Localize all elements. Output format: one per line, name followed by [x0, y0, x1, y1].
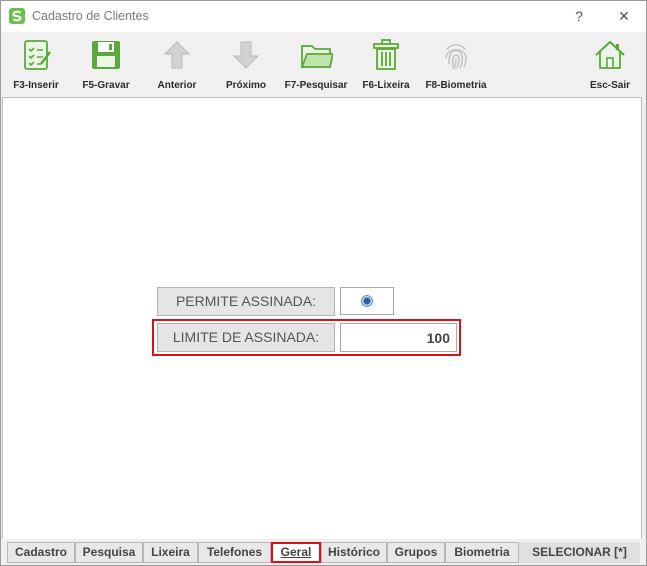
help-button[interactable]: ? — [568, 6, 590, 26]
biometrics-button[interactable]: F8-Biometria — [421, 32, 491, 96]
close-button[interactable]: ✕ — [613, 6, 635, 26]
limite-assinada-label: LIMITE DE ASSINADA: — [157, 323, 335, 352]
tab-pesquisa[interactable]: Pesquisa — [75, 542, 143, 563]
limite-assinada-input[interactable]: 100 — [340, 323, 457, 352]
tab-lixeira[interactable]: Lixeira — [143, 542, 198, 563]
search-button[interactable]: F7-Pesquisar — [281, 32, 351, 96]
fingerprint-icon — [445, 44, 467, 70]
previous-label: Anterior — [157, 80, 197, 91]
trash-button[interactable]: F6-Lixeira — [351, 32, 421, 96]
exit-button[interactable]: Esc-Sair — [575, 32, 645, 96]
arrow-down-icon — [232, 41, 260, 69]
permite-assinada-field[interactable] — [340, 287, 394, 315]
permite-assinada-radio[interactable] — [361, 295, 373, 307]
tab-grupos[interactable]: Grupos — [387, 542, 445, 563]
title-bar: Cadastro de Clientes ? ✕ — [1, 1, 646, 32]
tab-historico[interactable]: Histórico — [321, 542, 387, 563]
bottom-tab-bar: Cadastro Pesquisa Lixeira Telefones Gera… — [1, 539, 646, 565]
arrow-up-icon — [163, 41, 191, 69]
client-registration-window: Cadastro de Clientes ? ✕ F3-Inserir F5-G… — [0, 0, 647, 566]
next-label: Próximo — [225, 80, 266, 91]
limite-assinada-value: 100 — [426, 330, 450, 346]
insert-label: F3-Inserir — [13, 80, 59, 91]
tab-telefones[interactable]: Telefones — [198, 542, 271, 563]
clipboard-check-icon — [24, 40, 51, 70]
biometrics-label: F8-Biometria — [425, 80, 487, 91]
folder-icon — [300, 45, 333, 68]
save-button[interactable]: F5-Gravar — [71, 32, 141, 96]
home-icon — [595, 40, 625, 69]
tab-cadastro[interactable]: Cadastro — [7, 542, 75, 563]
search-label: F7-Pesquisar — [284, 80, 348, 91]
general-tab-panel: PERMITE ASSINADA: LIMITE DE ASSINADA: 10… — [2, 97, 642, 540]
save-label: F5-Gravar — [82, 80, 130, 91]
insert-button[interactable]: F3-Inserir — [1, 32, 71, 96]
previous-button[interactable]: Anterior — [142, 32, 212, 96]
app-logo-icon — [9, 8, 25, 24]
next-button[interactable]: Próximo — [211, 32, 281, 96]
exit-label: Esc-Sair — [589, 80, 631, 91]
trash-label: F6-Lixeira — [362, 80, 410, 91]
tab-geral[interactable]: Geral — [271, 542, 321, 563]
window-title: Cadastro de Clientes — [32, 9, 149, 23]
tab-biometria[interactable]: Biometria — [445, 542, 519, 563]
save-icon — [92, 41, 120, 69]
permite-assinada-label: PERMITE ASSINADA: — [157, 287, 335, 316]
trash-icon — [373, 39, 399, 70]
toolbar: F3-Inserir F5-Gravar Anterior Próximo F7… — [1, 32, 646, 96]
select-button[interactable]: SELECIONAR [*] — [519, 542, 640, 563]
